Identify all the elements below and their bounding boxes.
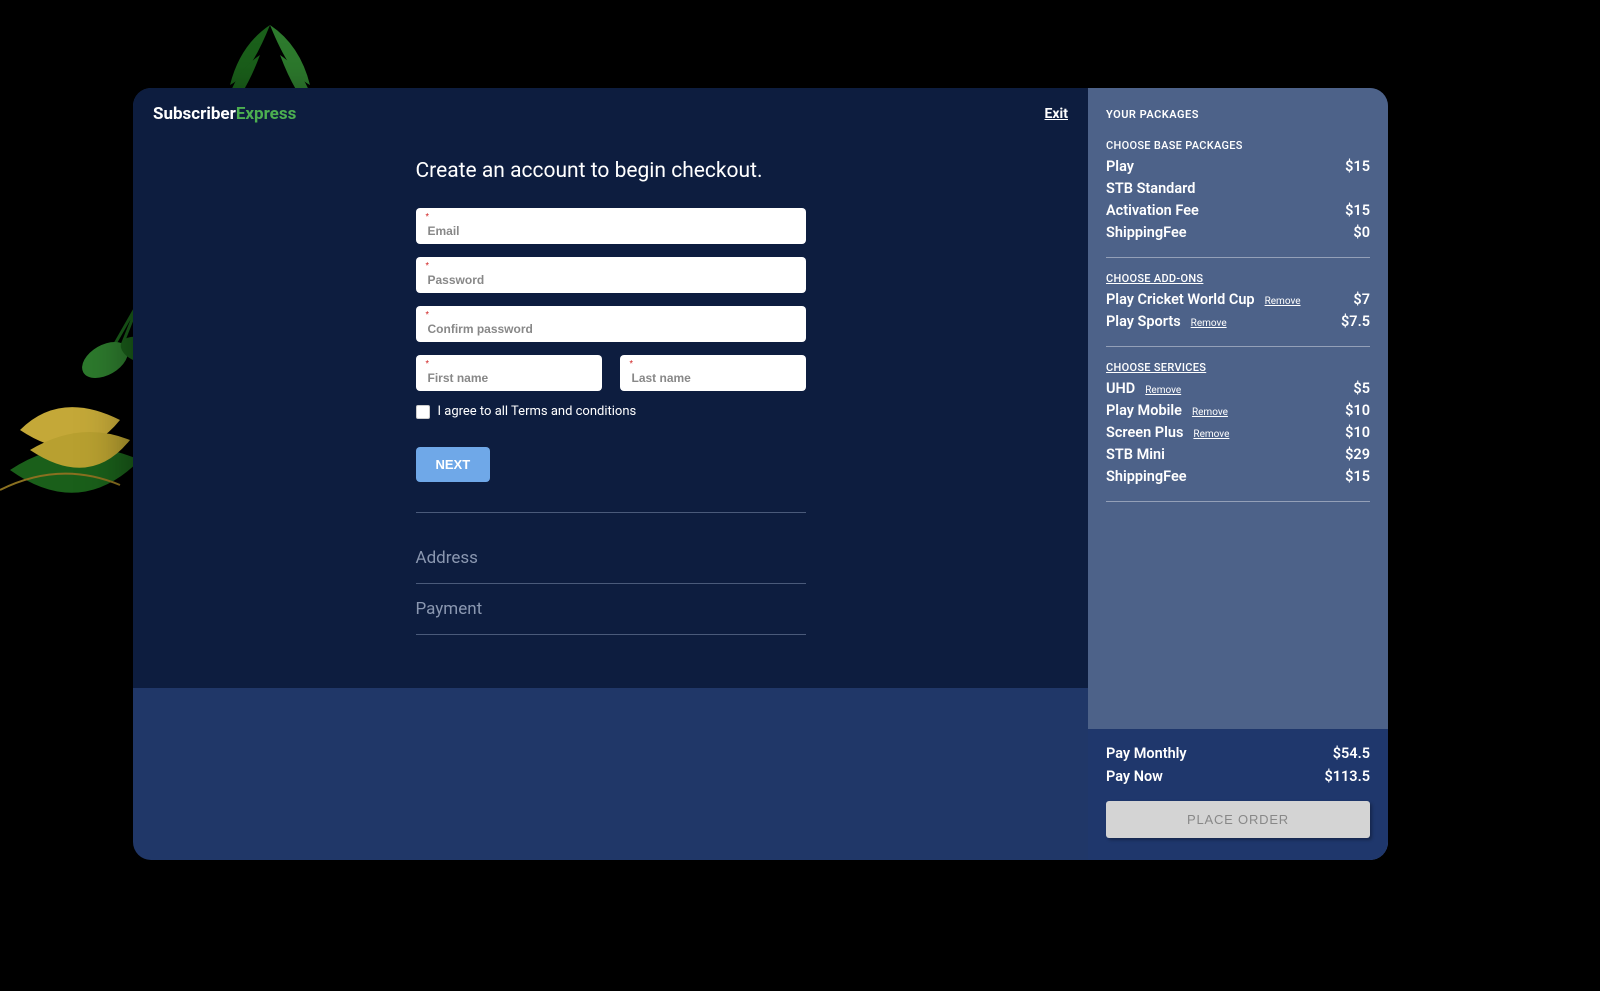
first-name-field[interactable] [416,355,602,391]
terms-checkbox[interactable] [416,405,430,419]
line-item-name: Play [1106,158,1134,175]
last-name-field[interactable] [620,355,806,391]
pay-now-value: $113.5 [1324,768,1370,785]
terms-label: I agree to all Terms and conditions [438,404,637,419]
email-field-wrapper [416,208,806,244]
step-address[interactable]: Address [416,533,806,584]
line-item-price: $0 [1353,224,1370,241]
remove-link[interactable]: Remove [1265,296,1301,307]
logo: SubscriberExpress [153,104,296,124]
form-title: Create an account to begin checkout. [416,159,806,183]
line-item-price: $29 [1345,446,1370,463]
confirm-password-field-wrapper [416,306,806,342]
last-name-field-wrapper [620,355,806,391]
account-form: Create an account to begin checkout. [416,134,806,635]
remove-link[interactable]: Remove [1191,318,1227,329]
line-item-name: ShippingFee [1106,468,1187,485]
first-name-field-wrapper [416,355,602,391]
order-sidebar: YOUR PACKAGES CHOOSE BASE PACKAGES Play $… [1088,88,1388,860]
logo-part1: Subscriber [153,104,236,124]
divider [1106,501,1370,502]
line-item: Play Mobile Remove $10 [1106,402,1370,419]
email-field[interactable] [416,208,806,244]
pay-monthly-value: $54.5 [1333,745,1370,762]
line-item-name: Play Cricket World Cup [1106,291,1255,308]
line-item: ShippingFee $0 [1106,224,1370,241]
line-item-price: $7 [1353,291,1370,308]
line-item-price: $10 [1345,402,1370,419]
line-item-name: Play Sports [1106,313,1181,330]
line-item: STB Standard [1106,180,1370,197]
line-item-price: $10 [1345,424,1370,441]
line-item-name: ShippingFee [1106,224,1187,241]
remove-link[interactable]: Remove [1192,407,1228,418]
sidebar-heading: YOUR PACKAGES [1106,108,1370,121]
place-order-button[interactable]: PLACE ORDER [1106,801,1370,838]
pay-monthly-label: Pay Monthly [1106,745,1187,762]
services-list: UHDRemove$5Play MobileRemove$10Screen Pl… [1106,380,1370,485]
line-item-name: STB Standard [1106,180,1195,197]
terms-checkbox-row: I agree to all Terms and conditions [416,404,806,419]
main-panel: SubscriberExpress Exit Create an account… [133,88,1088,688]
line-item: Play Sports Remove $7.5 [1106,313,1370,330]
header: SubscriberExpress Exit [133,88,1088,134]
line-item-name: Screen Plus [1106,424,1183,441]
line-item: Screen Plus Remove $10 [1106,424,1370,441]
addons-label[interactable]: CHOOSE ADD-ONS [1106,272,1370,285]
line-item-price: $15 [1345,202,1370,219]
pay-now-line: Pay Now $113.5 [1106,768,1370,785]
divider [1106,346,1370,347]
services-label[interactable]: CHOOSE SERVICES [1106,361,1370,374]
remove-link[interactable]: Remove [1193,429,1229,440]
line-item: ShippingFee $15 [1106,468,1370,485]
line-item-price: $5 [1353,380,1370,397]
line-item: UHD Remove $5 [1106,380,1370,397]
line-item-name: Activation Fee [1106,202,1199,219]
divider [1106,257,1370,258]
line-item-name: STB Mini [1106,446,1165,463]
order-summary: Pay Monthly $54.5 Pay Now $113.5 PLACE O… [1088,729,1388,860]
pay-monthly-line: Pay Monthly $54.5 [1106,745,1370,762]
addons-list: Play Cricket World Cup Remove $7 Play Sport… [1106,291,1370,330]
step-payment[interactable]: Payment [416,584,806,635]
divider [416,512,806,513]
pay-now-label: Pay Now [1106,768,1163,785]
line-item-name: UHD [1106,380,1135,397]
base-packages-list: Play $15 STB Standard Activation Fee $15 Ship… [1106,158,1370,241]
exit-link[interactable]: Exit [1045,106,1068,122]
line-item-price: $15 [1345,468,1370,485]
line-item: STB Mini $29 [1106,446,1370,463]
app-window: SubscriberExpress Exit Create an account… [133,88,1388,860]
line-item-name: Play Mobile [1106,402,1182,419]
password-field[interactable] [416,257,806,293]
password-field-wrapper [416,257,806,293]
remove-link[interactable]: Remove [1145,385,1181,396]
line-item: Activation Fee $15 [1106,202,1370,219]
next-button[interactable]: NEXT [416,447,491,482]
line-item: Play Cricket World Cup Remove $7 [1106,291,1370,308]
line-item-price: $7.5 [1341,313,1370,330]
logo-part2: Express [236,104,297,124]
line-item: Play $15 [1106,158,1370,175]
confirm-password-field[interactable] [416,306,806,342]
base-packages-label: CHOOSE BASE PACKAGES [1106,139,1370,152]
line-item-price: $15 [1345,158,1370,175]
